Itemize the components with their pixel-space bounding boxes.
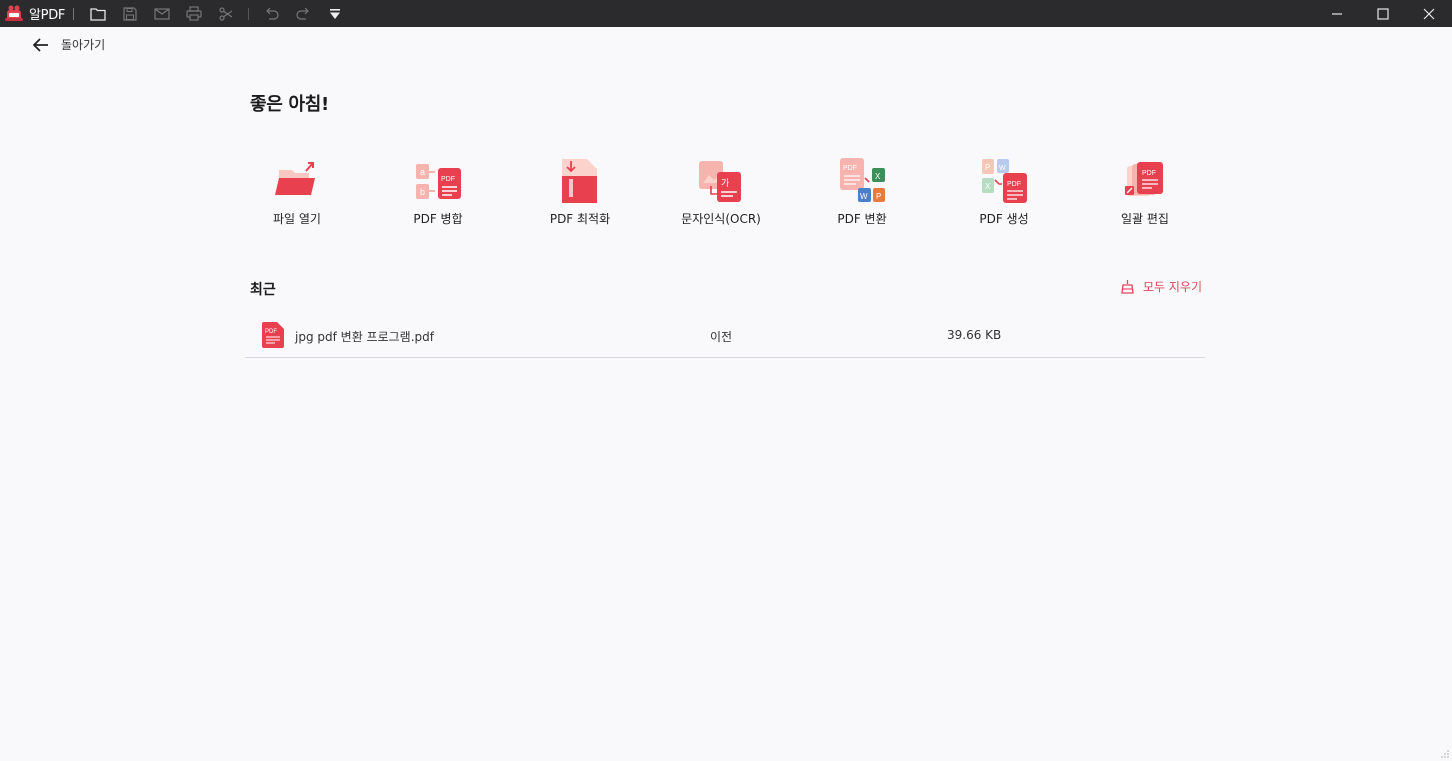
pdf-merge-icon: a b PDF [416,164,461,199]
svg-text:W: W [999,165,1006,172]
pdf-convert-icon: PDF X W P [840,158,885,202]
svg-text:PDF: PDF [1142,170,1156,177]
svg-text:PDF: PDF [265,329,277,335]
clear-all-button[interactable]: 모두 지우기 [1120,278,1202,295]
recent-file-row[interactable]: PDF jpg pdf 변환 프로그램.pdf 이전 39.66 KB [245,312,1205,358]
save-icon[interactable] [114,0,146,27]
window-controls [1314,0,1452,27]
svg-text:W: W [860,192,868,201]
pdf-create-icon: P W X PDF [982,159,1027,203]
svg-text:가: 가 [721,178,729,189]
tool-label: PDF 생성 [979,212,1029,226]
svg-text:X: X [985,182,991,191]
file-location: 이전 [710,330,733,344]
open-file-icon [275,162,315,195]
close-icon[interactable] [1406,0,1452,27]
svg-text:PDF: PDF [441,176,455,183]
svg-text:b: b [420,187,425,197]
tool-pdf-optimize[interactable]: PDF 최적화 [510,156,650,234]
file-name: jpg pdf 변환 프로그램.pdf [295,330,434,344]
minimize-icon[interactable] [1314,0,1360,27]
tool-label: 파일 열기 [273,212,321,226]
pdf-optimize-icon [562,159,597,203]
svg-text:PDF: PDF [1007,181,1021,188]
tool-label: PDF 최적화 [549,212,611,226]
dropdown-icon[interactable] [319,0,351,27]
back-button[interactable]: 돌아가기 [33,36,105,53]
arrow-left-icon [33,37,48,52]
file-size: 39.66 KB [947,328,1002,342]
back-label: 돌아가기 [61,38,106,52]
tool-label: 일괄 편집 [1121,212,1169,226]
tool-batch-edit[interactable]: PDF 일괄 편집 [1075,156,1215,234]
tool-pdf-merge[interactable]: a b PDF PDF 병합 [368,156,508,234]
page-title: 좋은 아침! [250,94,329,115]
folder-icon[interactable] [82,0,114,27]
recent-section-title: 최근 [250,282,276,298]
undo-icon[interactable] [255,0,287,27]
svg-text:PDF: PDF [843,165,857,172]
tool-pdf-create[interactable]: P W X PDF PDF 생성 [934,156,1074,234]
print-icon[interactable] [178,0,210,27]
clear-all-label: 모두 지우기 [1143,280,1203,294]
tool-label: PDF 변환 [837,212,887,226]
tool-ocr[interactable]: 가 문자인식(OCR) [651,156,791,234]
tool-label: PDF 병합 [413,212,463,226]
svg-text:P: P [876,192,881,201]
batch-edit-icon: PDF [1125,162,1163,196]
redo-icon[interactable] [287,0,319,27]
toolbar-separator [73,7,75,20]
app-logo-icon [4,4,24,24]
tool-open-file[interactable]: 파일 열기 [227,156,367,234]
mail-icon[interactable] [146,0,178,27]
resize-grip-icon[interactable] [1440,749,1450,759]
tool-label: 문자인식(OCR) [681,212,761,226]
app-name: 알PDF [29,8,66,23]
title-bar: 알PDF [0,0,1452,27]
svg-text:X: X [875,172,881,181]
scissors-icon[interactable] [210,0,242,27]
svg-text:a: a [420,167,425,177]
tool-pdf-convert[interactable]: PDF X W P PDF 변환 [792,156,932,234]
svg-text:P: P [985,163,990,172]
tool-grid: 파일 열기 a b PDF PDF 병합 PDF 최적화 가 문자인식(OCR)… [227,156,1217,236]
pdf-file-icon: PDF [262,322,284,348]
toolbar-separator [248,7,250,20]
broom-icon [1121,280,1134,294]
ocr-icon: 가 [699,161,741,202]
maximize-icon[interactable] [1360,0,1406,27]
